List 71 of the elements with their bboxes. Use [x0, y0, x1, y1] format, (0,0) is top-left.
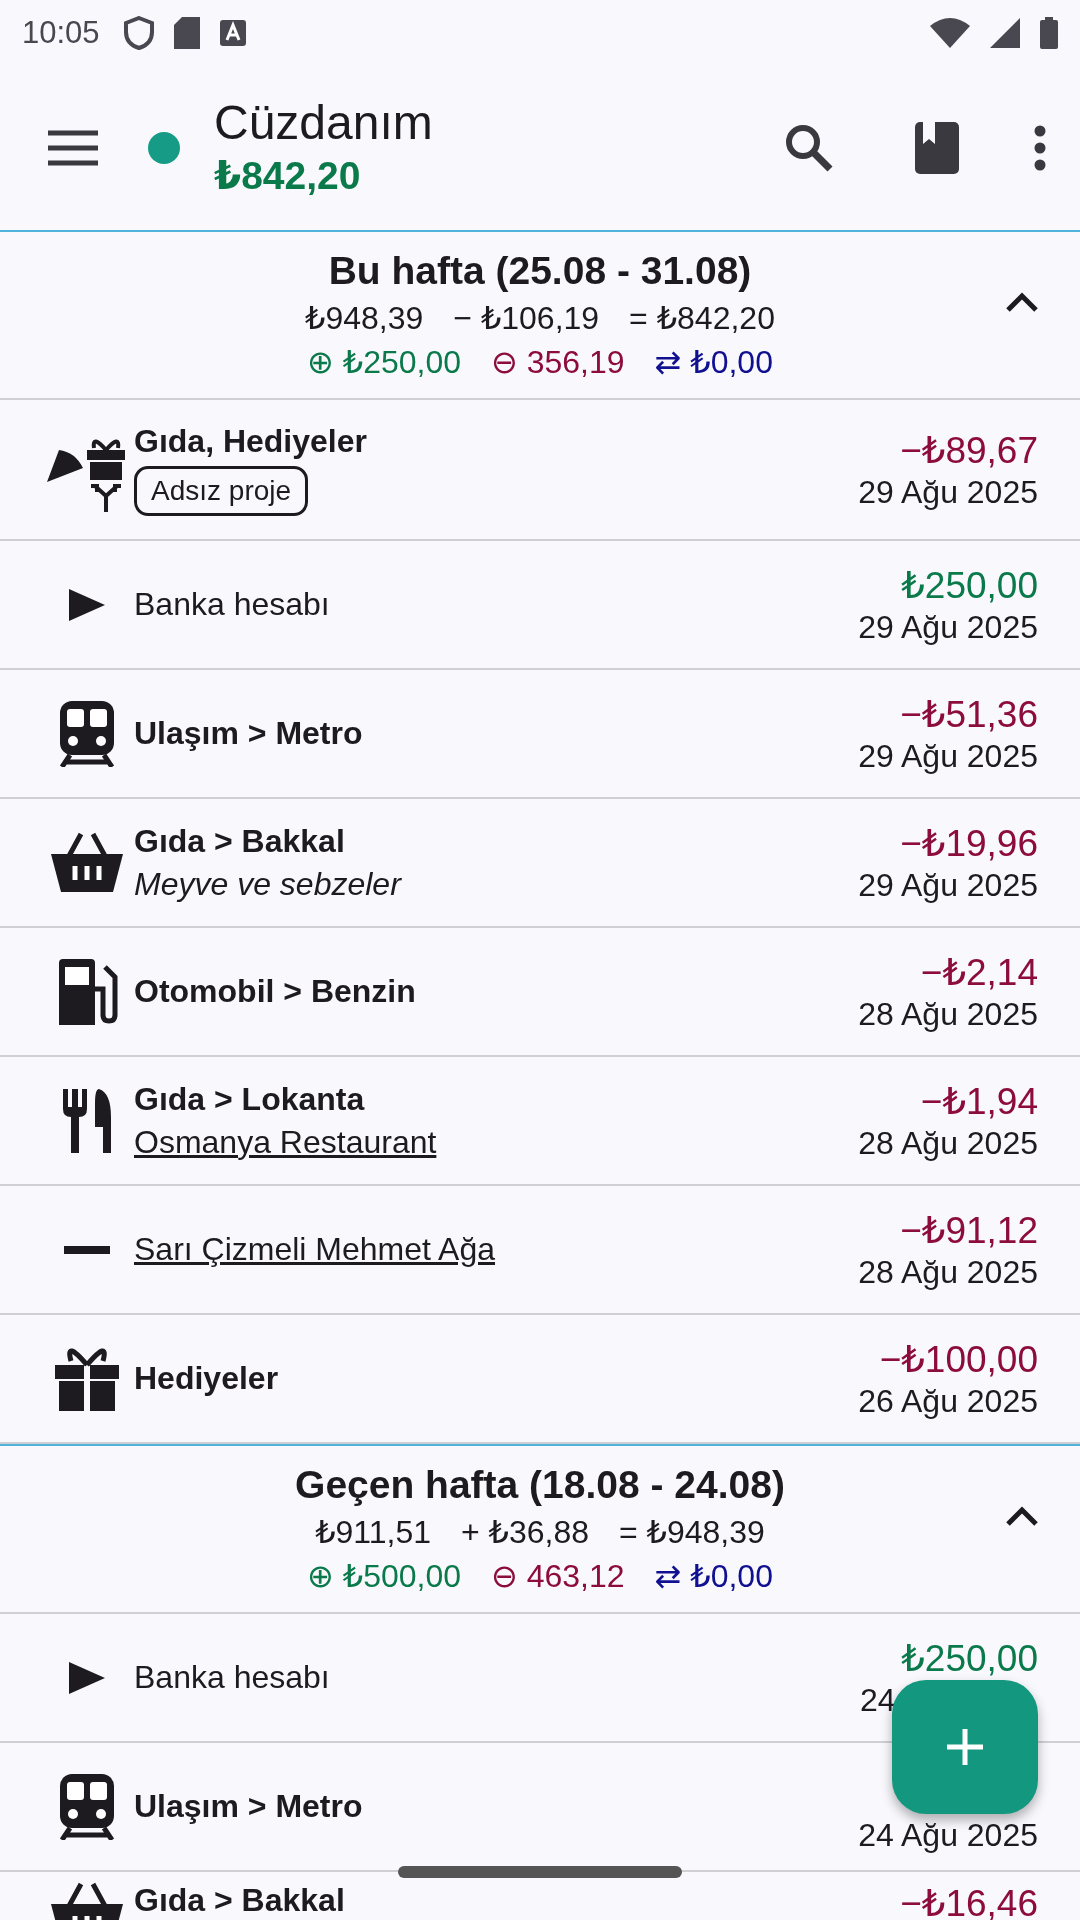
transaction-date: 24 Ağu 2025 [858, 1817, 1038, 1854]
transaction-date: 29 Ağu 2025 [858, 737, 1038, 775]
week-title: Geçen hafta (18.08 - 24.08) [295, 1463, 785, 1507]
dash-icon [64, 1245, 110, 1254]
transaction-title: Gıda > Bakkal [134, 1882, 346, 1919]
train-icon [58, 1773, 116, 1840]
transaction-amount: −₺51,36 [900, 692, 1038, 736]
transaction-title: Ulaşım > Metro [134, 715, 364, 752]
transaction-title: Hediyeler [134, 1360, 280, 1397]
week-total: − ₺106,19 [453, 299, 600, 337]
transaction-date: 28 Ağu 2025 [858, 1124, 1038, 1162]
transaction-row[interactable]: Gıda > Lokanta Osmanya Restaurant −₺1,94 28 Ağu 2025 [0, 1057, 1080, 1186]
transaction-amount: ₺250,00 [901, 563, 1038, 607]
transaction-row[interactable]: Hediyeler −₺100,00 26 Ağu 2025 [0, 1315, 1080, 1444]
week-expense: ⊖ 463,12 [491, 1557, 625, 1595]
transaction-note: Meyve ve sebzeler [134, 865, 403, 903]
gift-icon [55, 1346, 119, 1411]
transaction-title: Gıda, Hediyeler [134, 423, 368, 460]
transaction-row[interactable]: Ulaşım > Metro −₺51,36 29 Ağu 2025 [0, 670, 1080, 799]
battery-icon [1040, 17, 1058, 49]
week-total: + ₺36,88 [461, 1513, 590, 1551]
week-total: ₺948,39 [305, 299, 424, 337]
keyboard-notification-icon [219, 20, 246, 46]
basket-icon [51, 831, 123, 894]
week-total: = ₺842,20 [629, 299, 775, 337]
signal-icon [990, 18, 1020, 48]
transaction-amount: −₺89,67 [900, 428, 1038, 472]
wallet-title: Cüzdanım [214, 95, 434, 151]
transaction-date: 29 Ağu 2025 [858, 866, 1038, 904]
train-icon [58, 700, 116, 767]
transaction-date: 28 Ağu 2025 [858, 995, 1038, 1033]
week-transfer: ⇄ ₺0,00 [654, 1557, 773, 1595]
status-dot [148, 132, 180, 164]
transaction-amount: ₺250,00 [901, 1636, 1038, 1680]
transaction-title: Banka hesabı [134, 586, 331, 623]
transaction-amount: −₺2,14 [920, 950, 1038, 994]
transaction-date: 26 Ağu 2025 [858, 1382, 1038, 1420]
transaction-title: Gıda > Bakkal [134, 822, 346, 860]
project-tag: Adsız proje [134, 466, 309, 516]
transaction-row[interactable]: Gıda, Hediyeler Adsız proje −₺89,67 29 Ağu 2025 [0, 400, 1080, 541]
payee-link[interactable]: Sarı Çizmeli Mehmet Ağa [134, 1231, 859, 1268]
transaction-date: 24 [860, 1681, 896, 1719]
week-expense: ⊖ 356,19 [491, 343, 625, 381]
wallet-balance: ₺842,20 [214, 153, 362, 199]
transaction-date: 29 Ağu 2025 [858, 608, 1038, 646]
status-time: 10:05 [22, 15, 100, 51]
transaction-date: 28 Ağu 2025 [858, 1253, 1038, 1291]
transaction-title: Gıda > Lokanta [134, 1080, 366, 1118]
transaction-amount: −₺91,12 [900, 1208, 1038, 1252]
week-income: ⊕ ₺500,00 [307, 1557, 461, 1595]
transaction-amount: −₺19,96 [900, 821, 1038, 865]
transaction-row[interactable]: Sarı Çizmeli Mehmet Ağa −₺91,12 28 Ağu 2025 [0, 1186, 1080, 1315]
add-button[interactable] [892, 1680, 1038, 1814]
shield-icon [123, 16, 154, 50]
transaction-date: 29 Ağu 2025 [858, 473, 1038, 511]
plus-icon [945, 1727, 985, 1767]
transaction-title: Otomobil > Benzin [134, 973, 417, 1010]
transaction-amount: −₺100,00 [879, 1337, 1038, 1381]
week-total: ₺911,51 [315, 1513, 431, 1551]
transaction-row[interactable]: Otomobil > Benzin −₺2,14 28 Ağu 2025 [0, 928, 1080, 1057]
sd-card-icon [173, 17, 200, 49]
transaction-amount: −₺1,94 [920, 1079, 1038, 1123]
transaction-title: Banka hesabı [134, 1659, 331, 1696]
payee-link[interactable]: Osmanya Restaurant [134, 1123, 859, 1161]
transaction-row[interactable]: Gıda > Bakkal Meyve ve sebzeler −₺19,96 29 Ağu 2025 [0, 799, 1080, 928]
week-income: ⊕ ₺250,00 [307, 343, 461, 381]
week-total: = ₺948,39 [619, 1513, 765, 1551]
week-title: Bu hafta (25.08 - 31.08) [328, 249, 752, 293]
week-transfer: ⇄ ₺0,00 [654, 343, 773, 381]
transaction-title: Ulaşım > Metro [134, 1788, 364, 1825]
transaction-row[interactable]: Banka hesabı ₺250,00 29 Ağu 2025 [0, 541, 1080, 670]
